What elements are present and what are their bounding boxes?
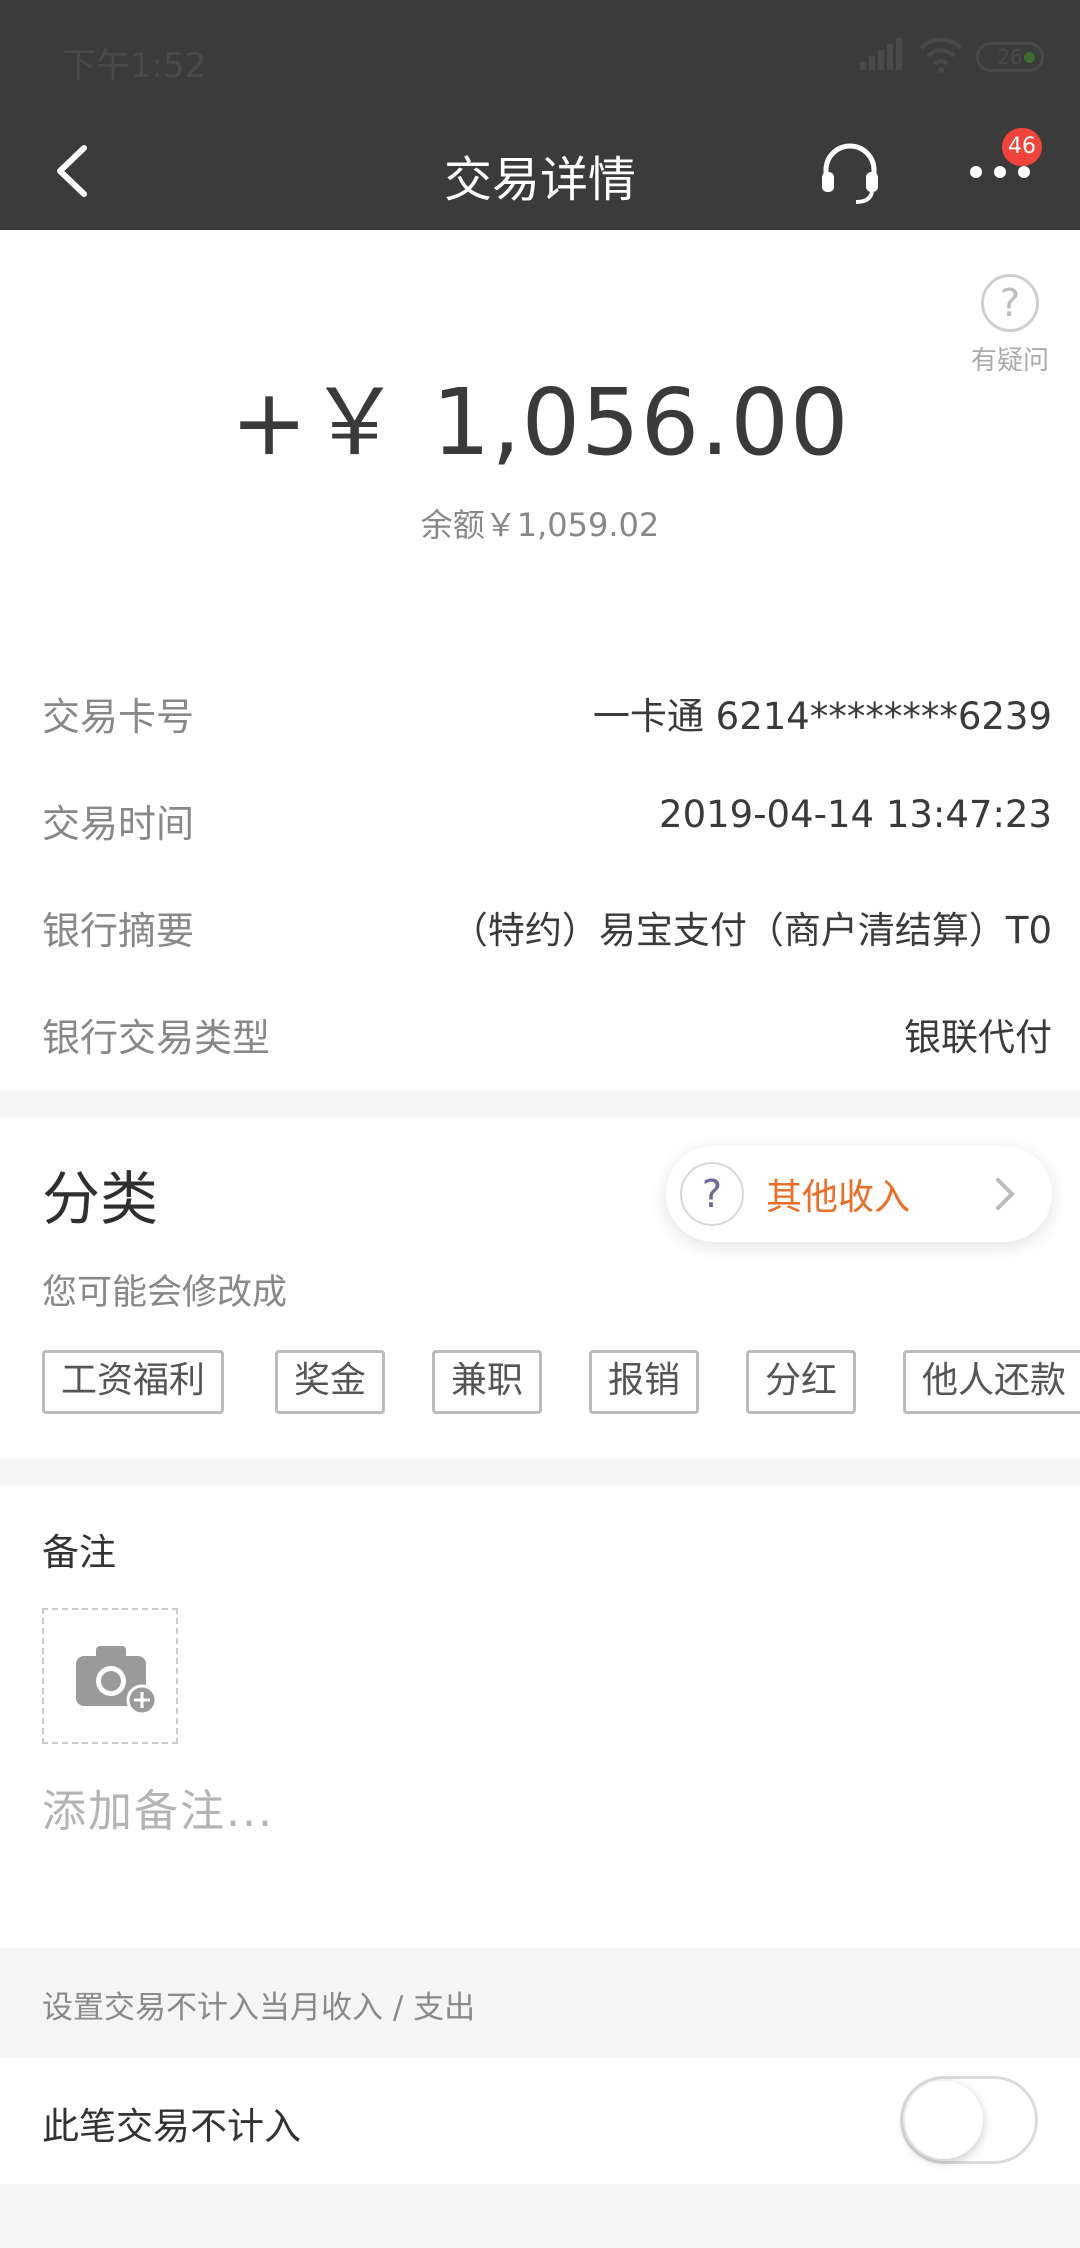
back-arrow-icon[interactable]	[40, 136, 110, 206]
battery-level: 26	[997, 45, 1023, 69]
detail-label: 交易时间	[42, 802, 195, 846]
note-title: 备注	[42, 1531, 116, 1574]
detail-label: 银行摘要	[42, 909, 195, 953]
exclude-hint: 设置交易不计入当月收入 / 支出	[42, 1990, 476, 2026]
transaction-summary-card: ? 有疑问 +￥ 1,056.00 余额￥1,059.02 交易卡号 一卡通 6…	[0, 230, 1080, 1090]
camera-add-icon	[76, 1646, 158, 1716]
notification-badge: 46	[1002, 128, 1042, 166]
signal-icon	[860, 38, 902, 70]
detail-label: 银行交易类型	[42, 1016, 271, 1060]
exclude-row: 此笔交易不计入	[0, 2058, 1080, 2184]
detail-value: 一卡通 6214********6239	[592, 695, 1052, 738]
detail-row-transaction-type: 银行交易类型 银联代付	[42, 1007, 1052, 1067]
app-header: 下午1:52 26 交易详情 46	[0, 0, 1080, 230]
toggle-knob	[905, 2081, 983, 2159]
question-mark-icon: ?	[981, 274, 1039, 332]
category-tag[interactable]: 奖金	[275, 1350, 386, 1414]
note-section: 备注	[0, 1486, 1080, 1948]
category-tag[interactable]: 报销	[589, 1350, 700, 1414]
battery-charging-dot	[1024, 52, 1035, 63]
status-bar: 下午1:52 26	[0, 0, 1080, 118]
category-section: 分类 ? 其他收入 您可能会修改成 工资福利 奖金 兼职 报销 分红 他人还款	[0, 1118, 1080, 1458]
category-tag[interactable]: 分红	[746, 1350, 857, 1414]
note-input[interactable]	[42, 1778, 1022, 1844]
battery-icon: 26	[976, 42, 1044, 72]
customer-service-headset-icon[interactable]	[816, 138, 884, 206]
category-tag[interactable]: 他人还款	[903, 1350, 1080, 1414]
detail-value: （特约）易宝支付（商户清结算）T0	[450, 909, 1052, 952]
category-hint: 您可能会修改成	[42, 1273, 288, 1313]
category-tag[interactable]: 工资福利	[42, 1350, 225, 1414]
exclude-label: 此笔交易不计入	[42, 2105, 301, 2148]
detail-row-time: 交易时间 2019-04-14 13:47:23	[42, 793, 1052, 853]
transaction-amount: +￥ 1,056.00	[230, 369, 850, 476]
detail-label: 交易卡号	[42, 695, 195, 739]
status-time: 下午1:52	[62, 46, 207, 86]
selected-category: 其他收入	[766, 1177, 911, 1218]
category-title: 分类	[42, 1165, 159, 1233]
detail-value: 2019-04-14 13:47:23	[659, 793, 1052, 836]
category-selector[interactable]: ? 其他收入	[666, 1146, 1052, 1242]
detail-row-bank-summary: 银行摘要 （特约）易宝支付（商户清结算）T0	[42, 900, 1052, 960]
chevron-right-icon	[996, 1178, 1015, 1210]
detail-value: 银联代付	[904, 1016, 1052, 1059]
page-title: 交易详情	[443, 152, 636, 208]
exclude-toggle[interactable]	[900, 2076, 1038, 2164]
add-photo-button[interactable]	[42, 1608, 178, 1744]
account-balance: 余额￥1,059.02	[420, 506, 660, 544]
detail-row-card-number: 交易卡号 一卡通 6214********6239	[42, 686, 1052, 746]
category-tag[interactable]: 兼职	[432, 1350, 543, 1414]
wifi-icon	[919, 37, 963, 73]
question-mark-icon: ?	[680, 1162, 744, 1226]
